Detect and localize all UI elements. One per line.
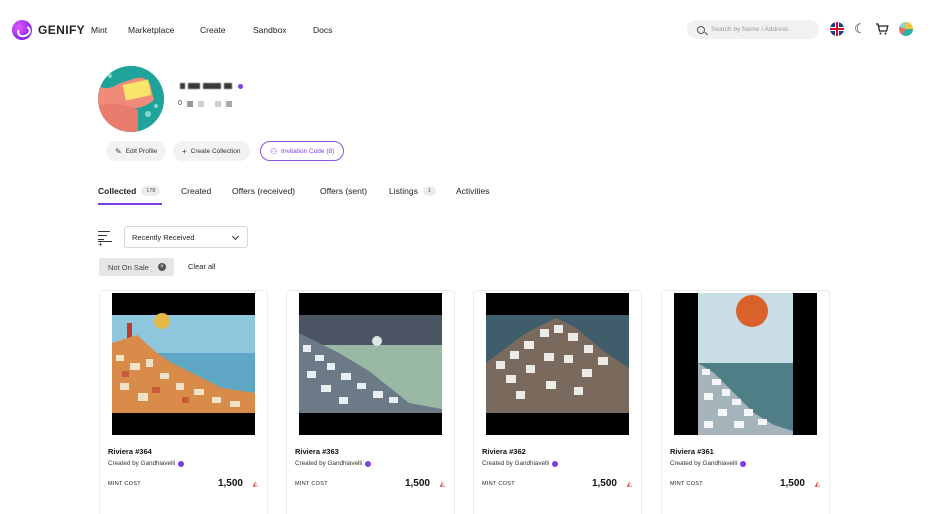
nft-image (674, 293, 817, 435)
nft-creator[interactable]: Created by Gandhiavelli (482, 460, 559, 467)
nft-card[interactable]: Riviera #363 Created by Gandhiavelli MIN… (286, 290, 455, 514)
filter-chip-label: Not On Sale (108, 262, 149, 272)
nav-mint[interactable]: Mint (91, 25, 107, 35)
verified-icon (178, 460, 185, 467)
clear-all-button[interactable]: Clear all (188, 262, 216, 271)
mint-cost-label: MINT COST (295, 481, 328, 487)
redacted-address-part (225, 100, 232, 107)
close-icon[interactable]: × (158, 263, 166, 271)
tab-count-badge: 1 (422, 186, 436, 196)
create-collection-button[interactable]: + Create Collection (173, 141, 250, 161)
create-collection-label: Create Collection (190, 147, 241, 155)
mint-cost-value: 1,500 (591, 478, 617, 489)
nav-docs[interactable]: Docs (313, 25, 332, 35)
tab-label: Listings (389, 186, 418, 196)
sort-selected-value: Recently Received (132, 232, 195, 242)
mint-cost-value: 1,500 (779, 478, 805, 489)
nft-title[interactable]: Riviera #362 (482, 447, 526, 456)
mint-cost-label: MINT COST (670, 481, 703, 487)
token-icon: ◭ (814, 481, 820, 488)
nft-image (112, 293, 255, 435)
chevron-down-icon (231, 232, 240, 241)
tab-label: Offers (received) (232, 186, 296, 196)
invitation-code-button[interactable]: ⚇ Invitation Code (8) (260, 141, 345, 161)
tab-created[interactable]: Created (181, 186, 211, 196)
filter-icon[interactable]: + (98, 230, 112, 249)
tab-listings[interactable]: Listings 1 (389, 186, 436, 196)
profile-avatar (98, 66, 164, 132)
nav-sandbox[interactable]: Sandbox (253, 25, 287, 35)
redacted-name-part (180, 83, 185, 89)
redacted-address-part (214, 100, 221, 107)
tab-offers-received[interactable]: Offers (received) (232, 186, 295, 196)
nft-title[interactable]: Riviera #363 (295, 447, 339, 456)
logo-text: GENIFY (38, 23, 86, 37)
nft-card[interactable]: Riviera #362 Created by Gandhiavelli MIN… (473, 290, 642, 514)
nft-card[interactable]: Riviera #361 Created by Gandhiavelli MIN… (661, 290, 830, 514)
nav-marketplace[interactable]: Marketplace (128, 25, 174, 35)
profile-address[interactable]: 0 (178, 100, 232, 107)
mint-cost-value: 1,500 (404, 478, 430, 489)
redacted-address-part (197, 100, 204, 107)
top-header: GENIFY Mint Marketplace Create Sandbox D… (0, 0, 943, 60)
tab-offers-sent[interactable]: Offers (sent) (320, 186, 367, 196)
invitation-code-label: Invitation Code (8) (281, 147, 335, 155)
redacted-address-part (186, 100, 193, 107)
verified-icon (552, 460, 559, 467)
user-avatar-icon[interactable] (899, 22, 913, 36)
tab-collected[interactable]: Collected 178 (98, 186, 161, 196)
creator-label: Created by Gandhiavelli (670, 460, 738, 467)
tab-count-badge: 178 (141, 186, 161, 196)
edit-profile-button[interactable]: ✎ Edit Profile (106, 141, 167, 161)
sort-select[interactable]: Recently Received (124, 226, 248, 248)
nft-creator[interactable]: Created by Gandhiavelli (295, 460, 372, 467)
tab-label: Collected (98, 186, 137, 196)
creator-label: Created by Gandhiavelli (482, 460, 550, 467)
edit-icon: ✎ (115, 146, 122, 156)
search-input[interactable]: Search by Name / Address (687, 20, 819, 39)
search-placeholder: Search by Name / Address (711, 26, 789, 33)
creator-label: Created by Gandhiavelli (295, 460, 363, 467)
cart-icon[interactable] (875, 22, 889, 36)
profile-name (180, 83, 243, 89)
users-icon: ⚇ (270, 146, 278, 156)
nft-creator[interactable]: Created by Gandhiavelli (108, 460, 185, 467)
mint-cost-label: MINT COST (108, 481, 141, 487)
nft-image (486, 293, 629, 435)
verified-icon (365, 460, 372, 467)
nft-creator[interactable]: Created by Gandhiavelli (670, 460, 747, 467)
search-icon (697, 25, 705, 34)
nft-card[interactable]: Riviera #364 Created by Gandhiavelli MIN… (99, 290, 268, 514)
tab-label: Activities (456, 186, 490, 196)
filter-chip-not-on-sale[interactable]: Not On Sale × (99, 258, 174, 276)
moon-icon[interactable]: ☾ (853, 22, 867, 36)
plus-icon: + (182, 146, 187, 156)
tab-label: Offers (sent) (320, 186, 368, 196)
nft-title[interactable]: Riviera #364 (108, 447, 152, 456)
verified-icon (238, 83, 243, 89)
token-icon: ◭ (626, 481, 632, 488)
logo-mark-icon (12, 20, 32, 40)
nft-title[interactable]: Riviera #361 (670, 447, 714, 456)
logo[interactable]: GENIFY (12, 20, 85, 40)
mint-cost-label: MINT COST (482, 481, 515, 487)
redacted-name-part (188, 83, 200, 89)
edit-profile-label: Edit Profile (125, 147, 158, 155)
redacted-name-part (203, 83, 221, 89)
tab-activities[interactable]: Activities (456, 186, 490, 196)
address-prefix: 0 (178, 100, 182, 107)
nav-create[interactable]: Create (200, 25, 226, 35)
creator-label: Created by Gandhiavelli (108, 460, 176, 467)
token-icon: ◭ (252, 481, 258, 488)
mint-cost-value: 1,500 (217, 478, 243, 489)
nft-image (299, 293, 442, 435)
tab-label: Created (181, 186, 212, 196)
uk-flag-icon[interactable] (830, 22, 844, 36)
active-tab-indicator (98, 203, 162, 205)
verified-icon (740, 460, 747, 467)
redacted-name-part (224, 83, 232, 89)
token-icon: ◭ (439, 481, 445, 488)
